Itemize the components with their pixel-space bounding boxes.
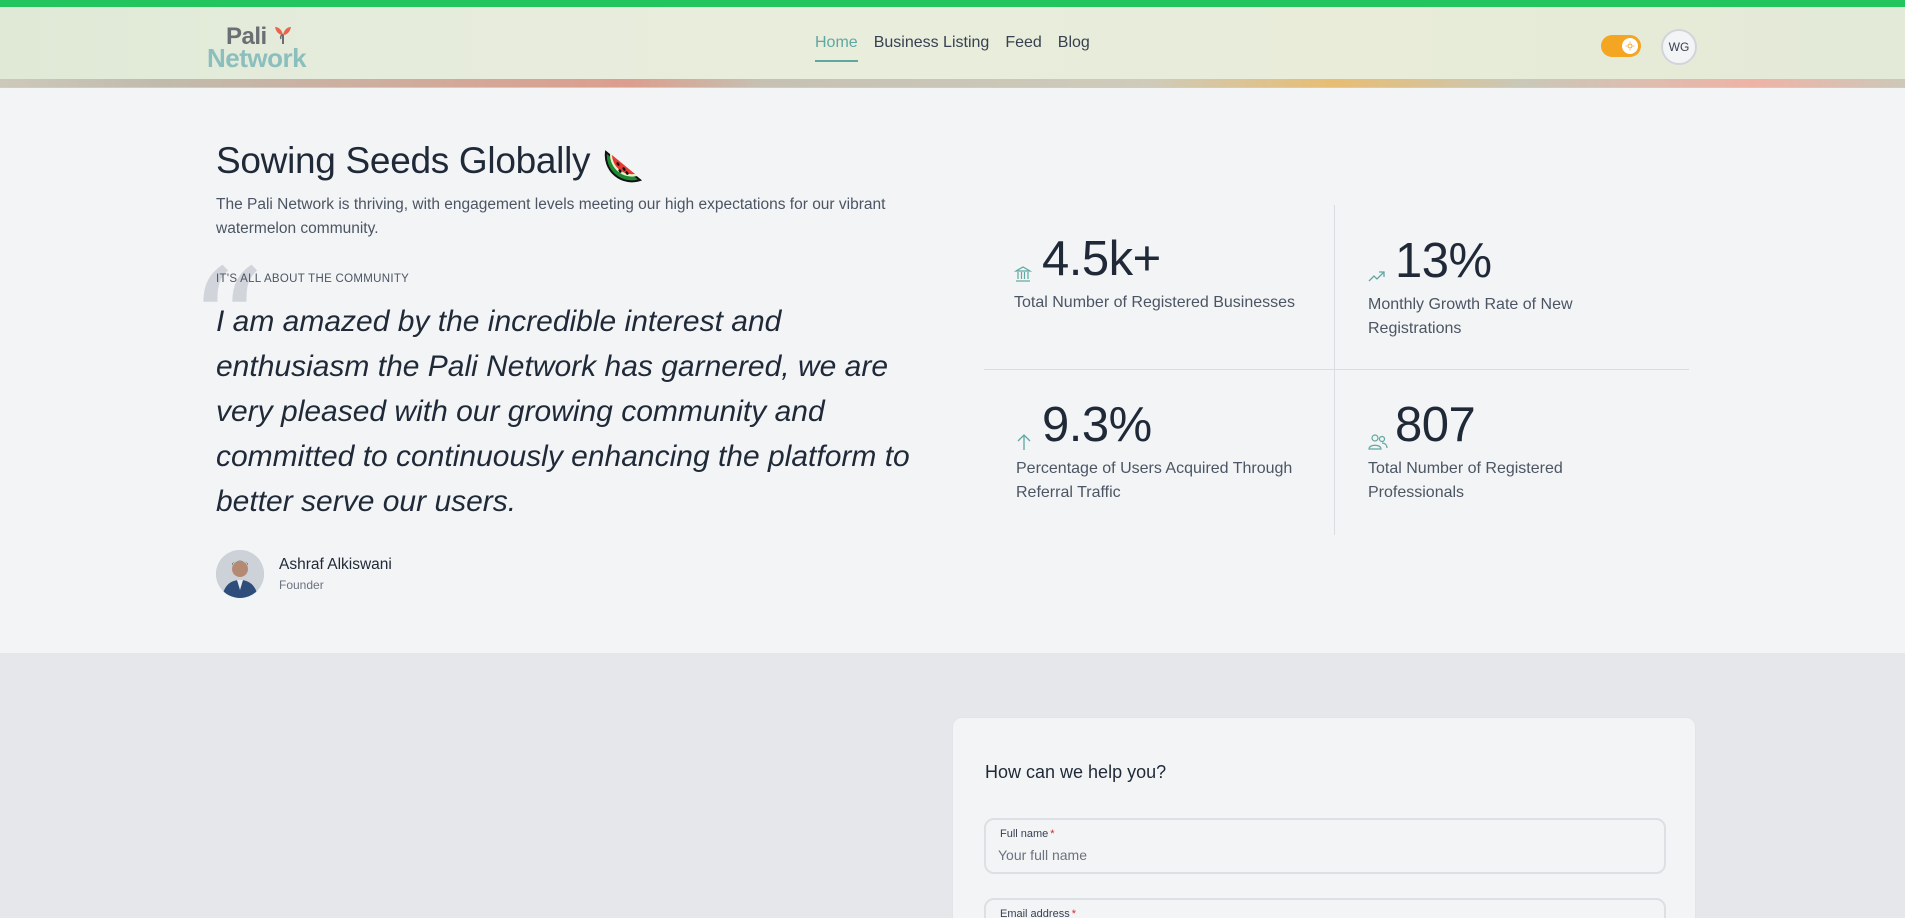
nav-home[interactable]: Home <box>815 34 858 62</box>
full-name-input[interactable] <box>998 844 1638 866</box>
sprout-icon <box>275 27 291 44</box>
theme-toggle[interactable] <box>1601 35 1641 57</box>
trending-up-icon <box>1368 271 1385 282</box>
bank-icon <box>1014 266 1032 282</box>
stat-label: Total Number of Registered Businesses <box>1014 294 1296 311</box>
stat-label: Monthly Growth Rate of New Registrations <box>1368 296 1573 337</box>
sun-icon <box>1622 38 1638 54</box>
intro-text: The Pali Network is thriving, with engag… <box>216 196 886 237</box>
contact-card: How can we help you? Full name* Email ad… <box>952 717 1696 918</box>
logo-text-network: Network <box>207 43 307 73</box>
logo[interactable]: Pali Network <box>206 19 310 73</box>
page-title: Sowing Seeds Globally <box>216 140 591 181</box>
nav-feed[interactable]: Feed <box>1005 34 1041 62</box>
stat-value: 9.3% <box>1042 398 1152 452</box>
stats-grid: 4.5k+ Total Number of Registered Busines… <box>984 205 1689 535</box>
stats-divider-horizontal <box>984 369 1689 370</box>
users-icon <box>1368 434 1388 450</box>
full-name-label: Full name * <box>1000 828 1055 840</box>
founder-role: Founder <box>279 578 324 592</box>
email-field[interactable]: Email address * <box>984 898 1666 918</box>
full-name-field[interactable]: Full name * <box>984 818 1666 874</box>
top-accent-bar <box>0 0 1905 7</box>
stat-label: Total Number of Registered Professionals <box>1368 460 1563 501</box>
required-mark: * <box>1071 908 1076 918</box>
stat-value: 807 <box>1395 398 1476 452</box>
stat-value: 13% <box>1395 234 1492 288</box>
stat-value: 4.5k+ <box>1042 232 1161 286</box>
site-header: Pali Network Home Business Listing Feed … <box>0 7 1905 88</box>
nav-business-listing[interactable]: Business Listing <box>874 34 990 62</box>
eyebrow-label: IT'S ALL ABOUT THE COMMUNITY <box>216 273 410 285</box>
contact-title: How can we help you? <box>985 762 1167 782</box>
user-avatar-button[interactable]: WG <box>1661 29 1697 65</box>
founder-quote: I am amazed by the incredible interest a… <box>216 305 910 518</box>
founder-name: Ashraf Alkiswani <box>279 556 392 573</box>
required-mark: * <box>1050 828 1055 840</box>
arrow-up-icon <box>1017 434 1031 450</box>
founder-avatar <box>216 550 264 598</box>
stats-divider-vertical <box>1334 205 1335 535</box>
nav-blog[interactable]: Blog <box>1058 34 1090 62</box>
watermelon-icon <box>604 150 643 183</box>
stat-label: Percentage of Users Acquired Through Ref… <box>1016 460 1293 501</box>
email-label: Email address * <box>1000 908 1076 918</box>
main-nav: Home Business Listing Feed Blog <box>815 34 1090 62</box>
